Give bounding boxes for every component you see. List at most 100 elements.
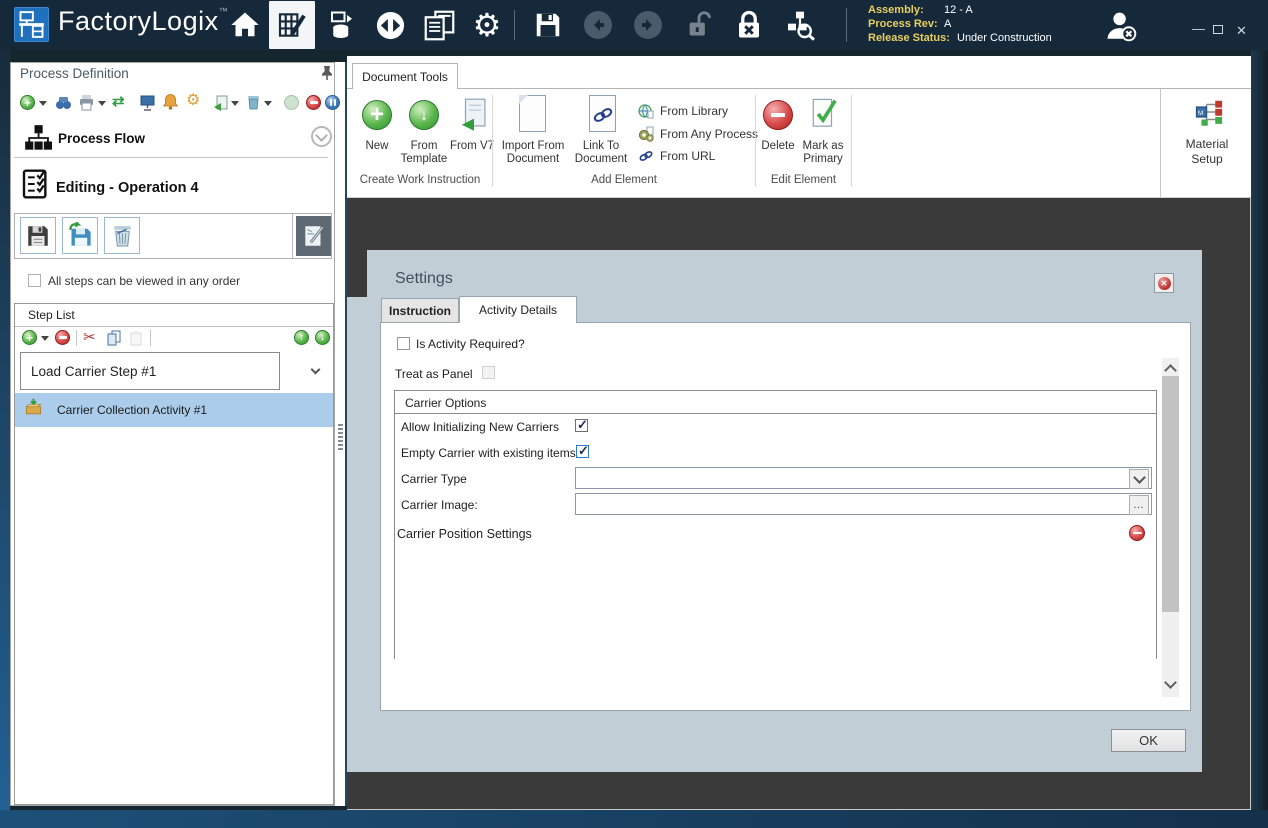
maximize-button[interactable] [1213,25,1223,34]
settings-button[interactable]: ⚙ [469,6,505,44]
export-button[interactable] [212,94,229,116]
from-template-label[interactable]: From Template [392,140,456,166]
save-as-button[interactable] [62,217,98,254]
move-step-up-button[interactable]: ↑ [294,330,309,345]
find-button[interactable] [55,94,72,116]
step-name-value: Load Carrier Step #1 [31,364,156,379]
combobox-dropdown-button[interactable] [1129,469,1149,489]
presentation-icon [139,94,156,111]
reports-button[interactable] [421,8,457,42]
tab-activity-details[interactable]: Activity Details [459,296,577,323]
delete-element-button[interactable] [763,100,793,130]
group-label-create: Create Work Instruction [349,174,491,186]
add-step-caret[interactable] [41,336,49,341]
from-v7-label[interactable]: From V7 [448,140,496,153]
from-template-button[interactable]: ↓ [409,100,439,130]
titlebar-separator [846,8,847,42]
back-button[interactable] [584,11,612,39]
mark-primary-button[interactable] [808,97,838,136]
close-window-button[interactable]: ✕ [1236,24,1247,37]
ok-button[interactable]: OK [1111,729,1186,752]
edit-mode-button[interactable] [296,216,331,256]
logout-user-button[interactable] [1103,8,1139,44]
import-icon [327,10,357,40]
process-flow-label[interactable]: Process Flow [58,131,145,146]
tab-instruction[interactable]: Instruction [381,298,459,322]
settings-dialog-header [367,250,1202,298]
notify-button[interactable] [162,93,179,115]
tab-document-tools[interactable]: Document Tools [352,63,458,89]
remove-position-button[interactable] [1129,525,1145,541]
delete-operation-button[interactable] [104,217,140,254]
gear-icon: ⚙ [473,6,502,44]
stop-button[interactable] [306,95,321,110]
presentation-button[interactable] [139,94,156,116]
move-step-down-button[interactable]: ↓ [315,330,330,345]
forward-button[interactable] [634,11,662,39]
material-setup-icon: M [1194,97,1224,132]
from-library-label: From Library [660,105,728,118]
floppy-icon [25,223,51,249]
splitter-grip[interactable] [338,422,343,452]
sync-button[interactable] [374,9,406,41]
unlock-button[interactable] [684,9,714,41]
is-activity-required-label[interactable]: Is Activity Required? [416,337,525,351]
scroll-up-arrow[interactable] [1164,364,1177,377]
carrier-image-input[interactable]: … [575,493,1152,515]
process-rev-label: Process Rev: [868,18,938,30]
pin-icon[interactable] [320,65,334,86]
home-button[interactable] [228,8,262,42]
minimize-button[interactable]: — [1192,22,1205,35]
group-label-edit: Edit Element [756,174,851,186]
carrier-type-combobox[interactable] [575,467,1152,489]
all-steps-checkbox[interactable] [28,274,41,287]
link-to-document-label[interactable]: Link To Document [567,140,635,166]
process-search-button[interactable] [782,8,818,42]
remove-step-button[interactable] [55,330,70,345]
empty-carrier-checkbox[interactable] [576,445,589,458]
from-v7-button[interactable] [459,98,489,137]
scroll-down-arrow[interactable] [1164,676,1177,689]
save-button[interactable] [531,9,565,41]
copy-step-button[interactable] [106,330,122,351]
scrollbar-thumb[interactable] [1162,376,1179,612]
from-any-process-button[interactable]: From Any Process [638,126,758,142]
allow-initializing-checkbox[interactable] [575,419,588,432]
add-dropdown-caret[interactable] [39,101,47,106]
print-button[interactable] [78,94,95,116]
step-name-input[interactable]: Load Carrier Step #1 [20,352,280,390]
from-url-button[interactable]: From URL [638,149,715,163]
browse-button[interactable]: … [1129,495,1149,515]
from-url-label: From URL [660,150,715,163]
import-button[interactable] [326,8,358,42]
add-button[interactable]: + [20,95,35,110]
configure-button[interactable]: ⚙ [186,90,200,110]
print-dropdown-caret[interactable] [98,101,106,106]
recycle-dropdown-caret[interactable] [264,101,272,106]
new-instruction-button[interactable]: + [362,100,392,130]
cut-step-button[interactable]: ✂ [83,328,96,346]
is-activity-required-checkbox[interactable] [397,337,410,350]
dialog-scrollbar[interactable] [1162,358,1179,697]
panel-splitter[interactable] [335,62,347,806]
carrier-image-label: Carrier Image: [401,498,478,512]
material-setup-button[interactable]: M Material Setup [1164,89,1251,197]
export-dropdown-caret[interactable] [231,101,239,106]
recycle-button[interactable] [245,93,262,115]
add-step-button[interactable]: + [22,330,37,345]
mark-primary-label[interactable]: Mark as Primary [794,140,852,166]
save-operation-button[interactable] [20,217,56,254]
work-instructions-button[interactable] [269,1,315,49]
carrier-position-label: Carrier Position Settings [397,527,532,541]
link-icon [638,149,654,163]
reorder-button[interactable]: ⇄ [112,92,125,110]
pause-button[interactable] [325,95,340,110]
import-from-document-label[interactable]: Import From Document [493,140,573,166]
all-steps-checkbox-label[interactable]: All steps can be viewed in any order [48,274,240,288]
from-library-button[interactable]: From Library [638,103,728,119]
collapse-button[interactable] [311,126,332,147]
activity-list-item-selected[interactable]: Carrier Collection Activity #1 [15,393,333,427]
paste-icon [128,330,144,346]
lock-exclude-button[interactable] [733,8,765,42]
dialog-close-button[interactable]: ✕ [1154,273,1174,293]
